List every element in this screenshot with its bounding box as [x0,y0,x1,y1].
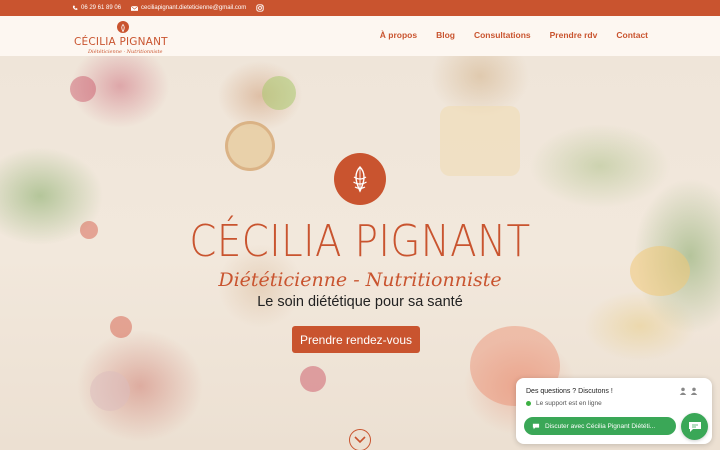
logo-subtitle: Diététicienne · Nutritionniste [88,49,163,55]
nav-item-a-propos[interactable]: À propos [380,30,417,40]
chat-question: Des questions ? Discutons ! [526,388,613,395]
food-photo-decor [440,106,520,176]
nav-item-consultations[interactable]: Consultations [474,30,531,40]
message-icon [532,423,540,429]
food-photo-decor [110,316,132,338]
food-photo-decor [225,121,275,171]
email-address: ceciliapignant.dieteticienne@gmail.com [141,5,247,11]
nav-item-blog[interactable]: Blog [436,30,455,40]
logo-name: CÉCILIA PIGNANT [74,36,168,48]
online-indicator [526,401,531,406]
book-appointment-button[interactable]: Prendre rendez-vous [292,326,420,353]
hero-subtitle: Diététicienne - Nutritionniste [218,269,502,291]
email-contact[interactable]: ceciliapignant.dieteticienne@gmail.com [131,5,246,11]
hero-tagline: Le soin diététique pour sa santé [257,294,463,310]
site-logo[interactable]: CÉCILIA PIGNANT Diététicienne · Nutritio… [74,19,174,55]
hero-title: CÉCILIA PIGNANT [189,216,531,267]
nav-item-contact[interactable]: Contact [616,30,648,40]
phone-number: 06 29 61 89 06 [81,5,122,11]
food-photo-decor [90,371,130,411]
chat-bubble-icon[interactable] [681,413,708,440]
chevron-down-icon[interactable] [349,429,371,450]
phone-icon [72,5,78,10]
site-header: CÉCILIA PIGNANT Diététicienne · Nutritio… [0,16,720,56]
mail-icon [131,5,139,11]
phone-contact[interactable]: 06 29 61 89 06 [72,5,121,11]
start-chat-button[interactable]: Discuter avec Cécilia Pignant Diététi... [524,417,676,435]
chat-status: Le support est en ligne [526,400,602,407]
start-chat-label: Discuter avec Cécilia Pignant Diététi... [545,422,656,430]
chat-status-text: Le support est en ligne [536,400,602,407]
support-avatars [679,387,698,395]
food-photo-decor [300,366,326,392]
user-icon [679,387,687,395]
food-photo-decor [70,76,96,102]
instagram-icon[interactable] [256,4,264,12]
user-icon [690,387,698,395]
pinecone-icon [117,21,129,33]
pinecone-icon [334,153,386,205]
nav-item-prendre-rdv[interactable]: Prendre rdv [550,30,598,40]
top-contact-bar: 06 29 61 89 06 ceciliapignant.dieteticie… [0,0,720,16]
main-nav: À propos Blog Consultations Prendre rdv … [380,30,648,40]
food-photo-decor [262,76,296,110]
